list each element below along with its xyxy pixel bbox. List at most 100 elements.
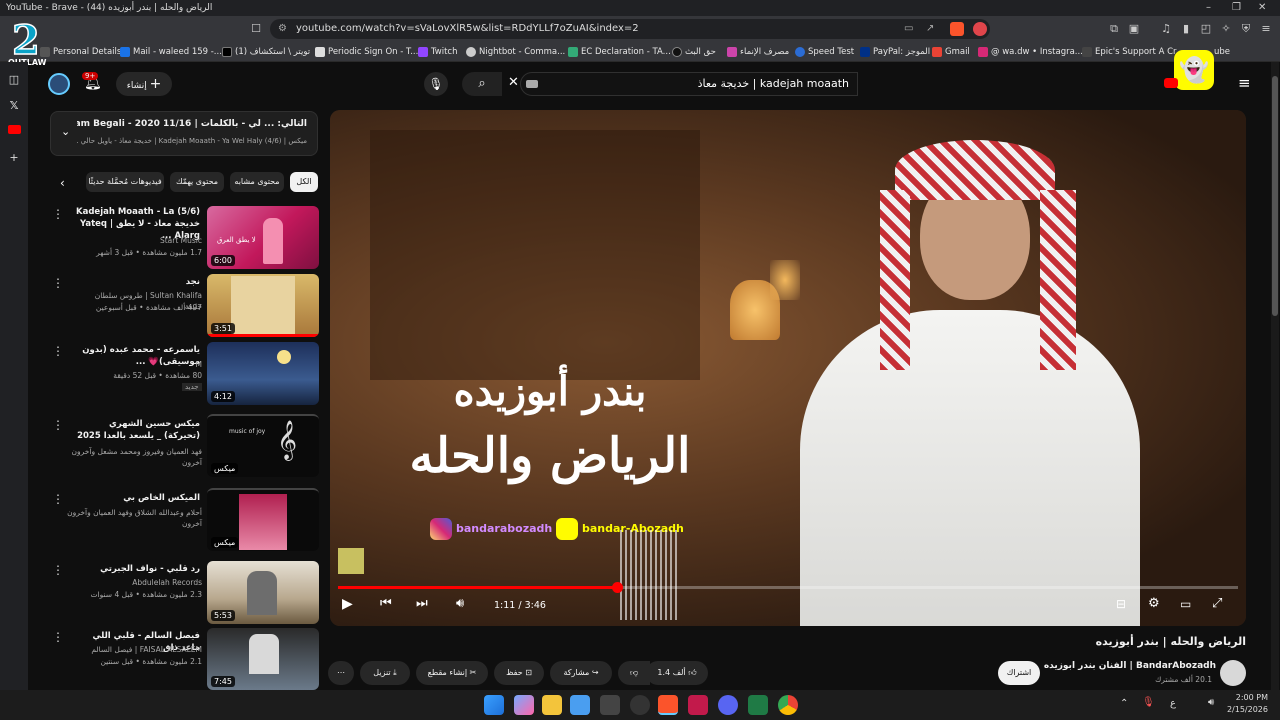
close-icon[interactable]: ✕ [1258,0,1266,16]
bookmark-item[interactable]: EC Declaration - TA... [568,44,671,60]
address-bar[interactable]: ⚙ youtube.com/watch?v=sVaLovXlR5w&list=R… [270,19,990,39]
create-button[interactable]: إنشاء + [116,72,172,96]
brave-rewards-icon[interactable] [973,22,987,36]
windows-start-icon[interactable] [484,695,504,715]
more-options-icon[interactable]: ⋮ [52,344,64,358]
more-options-icon[interactable]: ⋮ [52,492,64,506]
related-video-title[interactable]: الميكس الخاص بي [74,492,200,504]
subtitles-icon[interactable]: ⊟ [1116,597,1126,611]
keyboard-icon[interactable] [526,80,538,88]
related-video-title[interactable]: رد قلبي - نواف الجبرتي [74,563,200,575]
settings-icon[interactable]: ⚙ [1148,596,1160,611]
progress-bar[interactable] [338,582,1238,593]
scrollbar-thumb[interactable] [1272,76,1278,316]
clock-date[interactable]: 2/15/2026 [1226,705,1268,714]
bookmark-item[interactable]: Mail - waleed 159 -... [120,44,222,60]
more-options-icon[interactable]: ⋮ [52,207,64,221]
related-channel[interactable]: FAISAL ALSALEM | فيصل السالم [76,644,202,655]
sidebar-icon[interactable]: ▮ [1178,21,1194,37]
chevron-up-icon[interactable]: ⌃ [1120,698,1128,709]
share-button[interactable]: مشاركة ↪ [550,661,612,685]
leo-icon[interactable]: ✧ [1218,21,1234,37]
chip-for-you[interactable]: محتوى يهمّك [170,172,224,192]
obs-icon[interactable] [630,695,650,715]
wallet-icon[interactable]: ▣ [1126,21,1142,37]
dislike-button[interactable]: 👎︎ [618,661,650,685]
bookmark-item[interactable]: (1) تويتر \ استكشاف [222,44,310,60]
maximize-icon[interactable]: ❐ [1232,0,1241,16]
theater-mode-icon[interactable]: ▭ [1180,597,1191,611]
related-channel[interactable]: أحلام وعبدالله الشلاق وفهد العميان وآخرو… [66,507,202,529]
bookmark-item[interactable]: مصرف الإنماء [727,44,789,60]
clip-button[interactable]: إنشاء مقطع ✂ [416,661,488,685]
bookmark-item[interactable]: Gmail [932,44,970,60]
video-thumbnail[interactable]: ميكس [207,488,319,551]
bookmark-item[interactable]: @ wa.dw • Instagra... [978,44,1083,60]
channel-name[interactable]: BandarAbozadh | الفنان بندر أبوزيده ✔ [1040,661,1216,671]
brave-shields-icon[interactable] [950,22,964,36]
search-button[interactable]: ⌕ [462,72,502,96]
video-thumbnail[interactable]: 5:53 [207,561,319,624]
playlist-panel[interactable]: ⌄ التالي: ... لي - بالكلمات | Nasser ...… [50,111,318,156]
related-video-title[interactable]: نجد [74,276,200,288]
copilot-icon[interactable] [514,695,534,715]
discord-icon[interactable] [718,695,738,715]
related-video-title[interactable]: ميكس حسين الشهري (تحيركة) _ يلسعد بالعدا… [74,418,200,442]
video-player[interactable]: بندر أبوزيده الرياض والحله bandarabozadh… [330,110,1246,626]
next-icon[interactable]: ⏭ [416,596,428,611]
progress-scrubber[interactable] [612,582,623,593]
video-thumbnail[interactable]: 7:45 [207,628,319,690]
bookmark-item[interactable]: PayPal: الموجز [860,44,930,60]
chrome-icon[interactable] [778,695,798,715]
more-options-icon[interactable]: ⋮ [52,418,64,432]
cast-icon[interactable]: ▭ [904,19,913,39]
x-icon[interactable]: 𝕏 [6,98,22,114]
guide-menu-icon[interactable]: ≡ [1238,74,1251,92]
youtube-icon[interactable] [6,122,22,138]
sidebar-panel-icon[interactable]: ◫ [6,72,22,88]
more-options-icon[interactable]: ⋮ [52,630,64,644]
channel-watermark[interactable] [338,548,364,574]
youtube-logo-icon[interactable] [1164,78,1178,88]
subscribe-button[interactable]: اشتراك [998,661,1040,685]
minimize-icon[interactable]: – [1206,0,1211,16]
play-icon[interactable]: ▶ [342,596,353,612]
bookmark-item[interactable]: حق البث [672,44,716,60]
bookmark-item[interactable]: Speed Test [795,44,854,60]
related-channel[interactable]: فهد العميان وفيروز ومحمد مشعل وآخرون آخر… [66,446,203,468]
chevron-down-icon[interactable]: ⌄ [61,125,70,138]
store-icon[interactable] [570,695,590,715]
extensions-icon[interactable]: ⧉ [1106,21,1122,37]
chevron-left-icon[interactable]: ‹ [60,176,65,190]
language-indicator[interactable]: ع [1170,698,1176,709]
related-channel[interactable]: M [76,359,202,370]
save-button[interactable]: حفظ ⊡ [494,661,544,685]
more-options-icon[interactable]: ⋮ [52,563,64,577]
video-thumbnail[interactable]: 3:51 [207,274,319,337]
bookmark-item[interactable]: Epic's Support A Cr... [1082,44,1184,60]
bookmark-item[interactable]: Nightbot - Comma... [466,44,565,60]
site-info-icon[interactable]: ⚙ [278,19,287,39]
speaker-icon[interactable]: 🔊︎ [1208,697,1214,708]
video-thumbnail[interactable]: music of joy 𝄞 ميكس [207,414,319,477]
microphone-icon[interactable]: 🎙︎ [1142,697,1155,708]
channel-avatar[interactable] [1220,660,1246,686]
calculator-icon[interactable] [600,695,620,715]
wallet2-icon[interactable]: ◰ [1198,21,1214,37]
more-options-icon[interactable]: ⋮ [52,276,64,290]
more-actions-button[interactable]: ⋯ [328,661,354,685]
chip-all[interactable]: الكل [290,172,318,192]
brave-icon[interactable] [658,695,678,715]
search-input[interactable]: kadejah moaath | خديجة معاذ [520,72,858,96]
file-explorer-icon[interactable] [542,695,562,715]
microphone-icon[interactable]: 🎙︎ [424,72,448,96]
related-channel[interactable]: Abdulelah Records [76,577,202,588]
clear-search-icon[interactable]: ✕ [508,75,519,90]
video-thumbnail[interactable]: 4:12 [207,342,319,405]
video-thumbnail[interactable]: لا يطق العرق 6:00 [207,206,319,269]
bookmark-page-icon[interactable]: ☐ [248,21,264,37]
chip-recent[interactable]: فيديوهات مُحمَّلة حديثًا [86,172,164,192]
clock-time[interactable]: 2:00 PM [1226,693,1268,702]
avatar[interactable] [48,73,70,95]
media-icon[interactable]: ♫ [1158,21,1174,37]
